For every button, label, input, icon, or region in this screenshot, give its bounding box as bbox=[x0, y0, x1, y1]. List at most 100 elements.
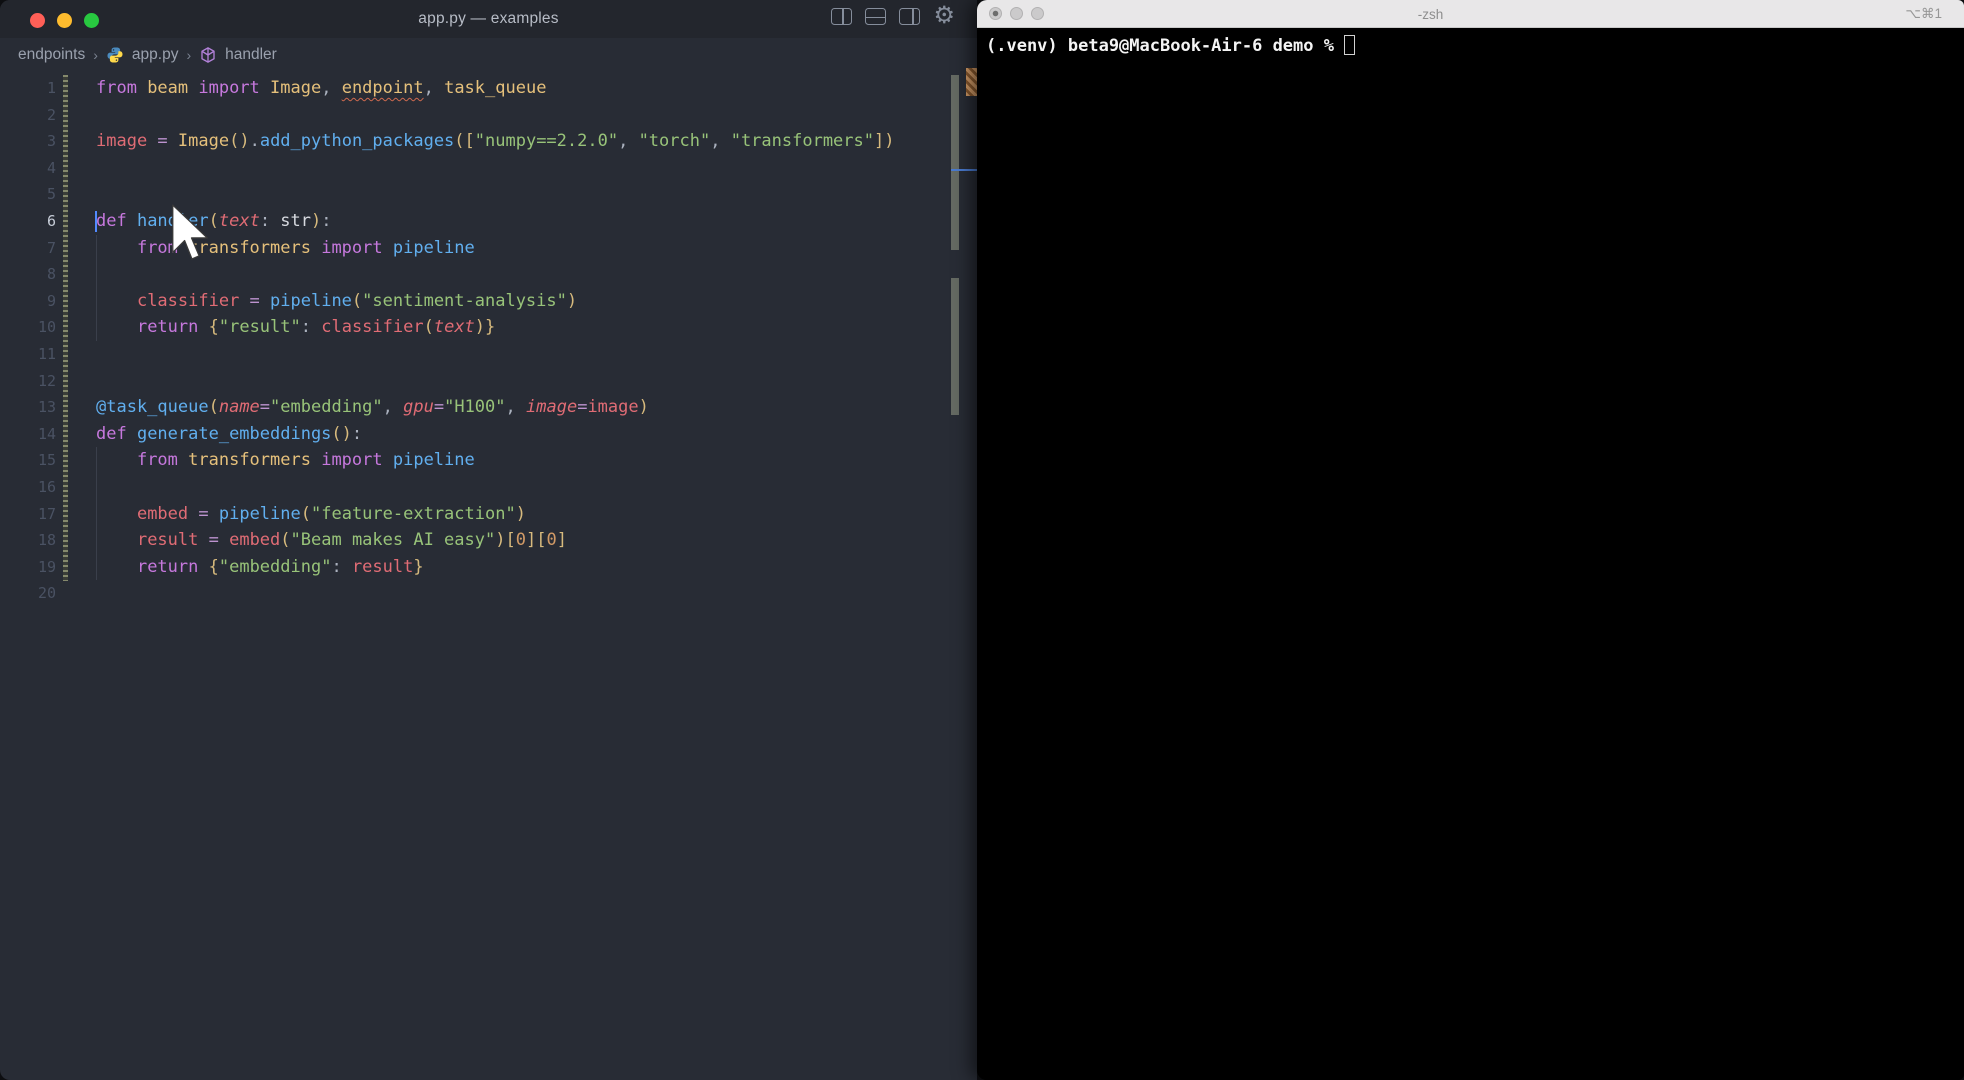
terminal-titlebar[interactable]: -zsh ⌥⌘1 bbox=[977, 0, 1964, 28]
breadcrumb-symbol[interactable]: handler bbox=[225, 46, 277, 64]
code-token: image bbox=[587, 397, 638, 417]
code-text: return {"result": classifier(text)} bbox=[56, 314, 495, 341]
terminal-shortcut-badge: ⌥⌘1 bbox=[1905, 6, 1942, 22]
code-line[interactable]: 3image = Image().add_python_packages(["n… bbox=[0, 128, 977, 155]
toggle-panel-icon[interactable] bbox=[865, 8, 886, 25]
code-line[interactable]: 17 embed = pipeline("feature-extraction"… bbox=[0, 501, 977, 528]
line-number: 11 bbox=[0, 341, 56, 368]
code-line[interactable]: 20 bbox=[0, 580, 977, 607]
code-token: embed bbox=[229, 530, 280, 550]
code-line[interactable]: 9 classifier = pipeline("sentiment-analy… bbox=[0, 288, 977, 315]
code-token: ( bbox=[424, 317, 434, 337]
code-token: beam bbox=[147, 78, 188, 98]
code-line[interactable]: 4 bbox=[0, 155, 977, 182]
code-token: result bbox=[352, 557, 413, 577]
terminal-window: -zsh ⌥⌘1 (.venv) beta9@MacBook-Air-6 dem… bbox=[977, 0, 1964, 1080]
code-line[interactable]: 12 bbox=[0, 368, 977, 395]
python-file-icon bbox=[106, 46, 124, 64]
code-token: { bbox=[209, 317, 219, 337]
code-token: = bbox=[239, 291, 270, 311]
code-text bbox=[56, 341, 96, 368]
code-token: "sentiment-analysis" bbox=[362, 291, 567, 311]
line-number: 8 bbox=[0, 261, 56, 288]
split-editor-vertical-icon[interactable] bbox=[831, 8, 852, 25]
code-token: from bbox=[96, 78, 147, 98]
code-line[interactable]: 18 result = embed("Beam makes AI easy")[… bbox=[0, 527, 977, 554]
code-line[interactable]: 1from beam import Image, endpoint, task_… bbox=[0, 75, 977, 102]
scrollbar-diff-marker[interactable] bbox=[951, 278, 959, 415]
code-token: ]) bbox=[874, 131, 894, 151]
indent-guide bbox=[96, 447, 97, 580]
code-token bbox=[96, 291, 137, 311]
code-line[interactable]: 6def handler(text: str): bbox=[0, 208, 977, 235]
toggle-secondary-sidebar-icon[interactable] bbox=[899, 8, 920, 25]
code-token: , bbox=[618, 131, 638, 151]
code-token: pipeline bbox=[219, 504, 301, 524]
code-line[interactable]: 19 return {"embedding": result} bbox=[0, 554, 977, 581]
code-text bbox=[56, 181, 96, 208]
code-token: ) bbox=[567, 291, 577, 311]
code-token: def bbox=[96, 211, 137, 231]
code-token: : bbox=[301, 317, 321, 337]
code-token bbox=[96, 530, 137, 550]
code-token: ( bbox=[209, 397, 219, 417]
line-number: 12 bbox=[0, 368, 56, 395]
editor-titlebar[interactable]: app.py — examples ⚙ bbox=[0, 0, 977, 38]
shell-prompt: (.venv) beta9@MacBook-Air-6 demo % bbox=[986, 36, 1334, 56]
code-token: pipeline bbox=[270, 291, 352, 311]
line-number: 15 bbox=[0, 447, 56, 474]
code-token: : bbox=[260, 211, 280, 231]
terminal-cursor bbox=[1344, 35, 1355, 55]
code-text: embed = pipeline("feature-extraction") bbox=[56, 501, 526, 528]
code-text: from transformers import pipeline bbox=[56, 447, 475, 474]
code-token: "embedding" bbox=[270, 397, 383, 417]
code-token: text bbox=[219, 211, 260, 231]
code-area[interactable]: 1from beam import Image, endpoint, task_… bbox=[0, 75, 977, 1080]
breadcrumb-file[interactable]: app.py bbox=[132, 46, 179, 64]
code-token: "transformers" bbox=[731, 131, 874, 151]
code-token: pipeline bbox=[393, 450, 475, 470]
code-token: "Beam makes AI easy" bbox=[291, 530, 496, 550]
code-text bbox=[56, 102, 96, 129]
code-token: add_python_packages bbox=[260, 131, 454, 151]
code-token: ( bbox=[301, 504, 311, 524]
code-line[interactable]: 5 bbox=[0, 181, 977, 208]
code-line[interactable]: 11 bbox=[0, 341, 977, 368]
code-token: "feature-extraction" bbox=[311, 504, 516, 524]
code-token: result bbox=[137, 530, 198, 550]
code-token bbox=[96, 317, 137, 337]
code-line[interactable]: 10 return {"result": classifier(text)} bbox=[0, 314, 977, 341]
code-line[interactable]: 14def generate_embeddings(): bbox=[0, 421, 977, 448]
code-line[interactable]: 8 bbox=[0, 261, 977, 288]
code-line[interactable]: 13@task_queue(name="embedding", gpu="H10… bbox=[0, 394, 977, 421]
terminal-content[interactable]: (.venv) beta9@MacBook-Air-6 demo % bbox=[977, 28, 1964, 1080]
code-token: import bbox=[311, 238, 393, 258]
code-token: ) bbox=[516, 504, 526, 524]
code-text: return {"embedding": result} bbox=[56, 554, 424, 581]
code-token: "numpy==2.2.0" bbox=[475, 131, 618, 151]
code-line[interactable]: 16 bbox=[0, 474, 977, 501]
code-line[interactable]: 7 from transformers import pipeline bbox=[0, 235, 977, 262]
editor-window: app.py — examples ⚙ endpoints › app.py ›… bbox=[0, 0, 977, 1080]
code-lines: 1from beam import Image, endpoint, task_… bbox=[0, 75, 977, 607]
code-token: )[ bbox=[495, 530, 515, 550]
code-token: "embedding" bbox=[219, 557, 332, 577]
code-token: task_queue bbox=[444, 78, 546, 98]
chevron-right-icon: › bbox=[93, 47, 98, 63]
terminal-title: -zsh bbox=[937, 0, 1924, 28]
code-token bbox=[96, 238, 137, 258]
code-token: ( bbox=[352, 291, 362, 311]
code-token: ( bbox=[280, 530, 290, 550]
code-token: = bbox=[260, 397, 270, 417]
code-text: @task_queue(name="embedding", gpu="H100"… bbox=[56, 394, 649, 421]
code-line[interactable]: 2 bbox=[0, 102, 977, 129]
breadcrumb-folder[interactable]: endpoints bbox=[18, 46, 85, 64]
code-line[interactable]: 15 from transformers import pipeline bbox=[0, 447, 977, 474]
code-token: pipeline bbox=[393, 238, 475, 258]
code-token bbox=[96, 504, 137, 524]
code-token: ([ bbox=[454, 131, 474, 151]
code-text: def generate_embeddings(): bbox=[56, 421, 362, 448]
scrollbar-diff-marker[interactable] bbox=[951, 75, 959, 250]
line-number: 20 bbox=[0, 580, 56, 607]
line-number: 13 bbox=[0, 394, 56, 421]
